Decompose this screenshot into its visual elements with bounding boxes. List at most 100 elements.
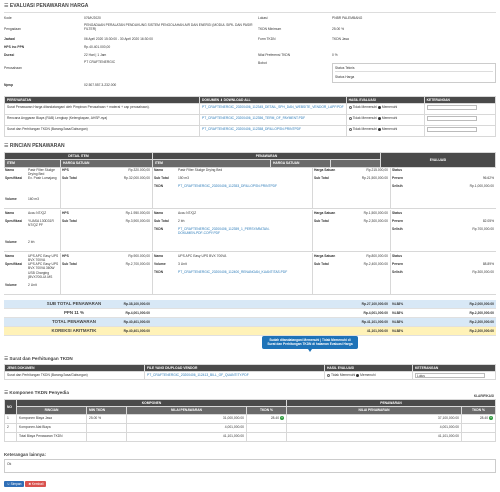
summary-row: TOTAL PENAWARAN Rp.40,401,000.00 Rp.41,101… — [4, 318, 496, 327]
item-row: Nama UPS APC Easy UPS BVX 700VA Spesifikas… — [4, 253, 496, 295]
info-value: PENGADAAN PERALATAN PENDUKUNG SISTEM PEN… — [84, 23, 253, 32]
info-value: PT CRAFTENERGIC — [84, 60, 116, 64]
item-cell: Rp.900.000,00 — [128, 254, 150, 258]
summary-right: 41,101,000.00 — [366, 329, 388, 333]
keterangan-input[interactable] — [426, 116, 477, 122]
info-value: 02.507.557.3-232.000 — [84, 83, 117, 87]
item-cell: Nama — [154, 211, 163, 215]
table-row: 1 Komponen Biaya Jasa 25.00 % 31,000,000… — [4, 413, 496, 424]
radio-tidak-memenuhi[interactable] — [327, 373, 330, 377]
komponen-table: NO KOMPONEN PENAWARAN RINCIAN MIN TKDN N… — [4, 394, 496, 442]
download-all-link[interactable]: ⬇ DOWNLOAD ALL — [220, 98, 251, 102]
radio-tidak-memenuhi[interactable] — [348, 116, 352, 120]
evaluation-tooltip: Sudah ditandatangani Memenuhi | Tidak Me… — [262, 336, 358, 352]
info-label: TKDN Minimum — [258, 27, 282, 31]
col-harga: HARGA SATUAN — [270, 159, 331, 168]
add-icon[interactable]: + — [489, 415, 493, 420]
item-cell: Sub Total — [154, 219, 169, 223]
save-button[interactable]: 🖫 Simpan — [4, 481, 25, 488]
col-no: NO — [4, 399, 17, 415]
item-cell: Selisih — [392, 184, 403, 188]
item-cell: 96.62% — [482, 176, 494, 180]
table-row: Surat dan Perhitungan TKDN (Barang/Jasa/… — [4, 371, 496, 381]
summary-pct: 94.88% — [392, 329, 404, 333]
col-rincian: RINCIAN — [16, 406, 87, 415]
radio-memenuhi[interactable] — [377, 127, 381, 131]
rincian-table: DETAIL ITEM PENAWARAN EVALUASI ITEM HARG… — [4, 151, 496, 168]
item-cell: Rp.2,300,000.00 — [363, 219, 388, 223]
item-cell: Volume — [5, 197, 17, 201]
summary-row: KOREKSI ARITMATIK Rp.40,401,000.00 41,101,… — [4, 327, 496, 336]
item-cell: Ex. Pasir Lumajang — [28, 176, 57, 180]
info-value: 0 % — [332, 53, 338, 57]
summary-right: Rp.27,100,000.00 — [361, 302, 388, 306]
summary-right: Rp.41,101,000.00 — [361, 320, 388, 324]
item-cell: Volume — [154, 262, 166, 266]
info-value: PNBR PALEMBANG — [332, 16, 363, 20]
column-divider — [60, 253, 61, 295]
tkdn-file-link[interactable]: PT_CRAFTENERGIC_20200406_112353_DRILLOPS… — [178, 184, 277, 188]
summary-left: Rp.40,401,000.00 — [123, 320, 150, 324]
col-item: ITEM — [152, 159, 271, 168]
summary-left: Rp.4,001,000.00 — [125, 311, 150, 315]
back-button[interactable]: ✖ Kembali — [25, 481, 47, 488]
document-link[interactable]: PT_CRAFTENERGIC_20200406_112345_DETAIL_S… — [202, 105, 344, 109]
rincian-title: ☰ RINCIAN PENAWARAN — [4, 143, 65, 149]
item-cell: Volume — [5, 283, 17, 287]
info-label: Lokasi — [258, 16, 268, 20]
document-link[interactable]: PT_CRAFTENERGIC_20200406_112413_BILL_OF_… — [147, 373, 249, 377]
col-hasil: HASIL EVALUASI — [345, 95, 425, 105]
table-row: Surat dan Perhitungan TKDN (Barang/Jasa/… — [4, 125, 497, 138]
item-cell: HPS — [62, 211, 69, 215]
info-label: Jadwal — [4, 37, 15, 41]
item-cell: Nama — [154, 168, 163, 172]
item-cell: Accu NT/QZ — [28, 211, 47, 215]
keterangan-input[interactable] — [426, 127, 477, 133]
keterangan-input[interactable] — [426, 105, 477, 111]
item-cell: Spesifikasi — [5, 176, 23, 180]
keterangan-input[interactable]: Lulus — [415, 373, 485, 379]
radio-memenuhi[interactable] — [356, 373, 360, 377]
item-cell: Persen — [392, 262, 403, 266]
item-cell: Sub Total — [62, 176, 77, 180]
tkdn-file-link[interactable]: PT_CRAFTENERGIC_20200406_112400_RENANGAN… — [178, 270, 287, 274]
jenis-dokumen: Surat dan Perhitungan TKDN (Barang/Jasa/… — [4, 371, 145, 381]
summary-pct: 94.88% — [392, 302, 404, 306]
item-cell: Rp.215.000,00 — [366, 168, 388, 172]
col-tkdn: TKDN % — [246, 406, 287, 415]
item-cell: 82.05% — [482, 219, 494, 223]
item-cell: Selisih — [392, 227, 403, 231]
surat-title: ☰ Surat dan Perhitungan TKDN — [4, 356, 73, 361]
info-value: 06 April 2020 15:30:00 - 30 April 2020 1… — [84, 37, 153, 41]
item-cell: Rp.1,500,000.00 — [363, 211, 388, 215]
item-cell: Accu NT/QZ — [178, 211, 197, 215]
radio-tidak-memenuhi[interactable] — [348, 105, 352, 109]
document-link[interactable]: PT_CRAFTENERGIC_20200406_112358_DRILLOPS… — [202, 127, 301, 131]
summary-diff: Rp.2,000,000.00 — [469, 302, 494, 306]
status-teknis-label: Status Teknis — [335, 66, 493, 73]
info-value: 25.00 % — [332, 27, 345, 31]
radio-memenuhi[interactable] — [377, 116, 381, 120]
col-jenis: JENIS DOKUMEN — [4, 363, 145, 373]
item-row: Nama Accu NT/QZ Spesifikasi YUASA 130D31R N… — [4, 210, 496, 252]
column-divider — [390, 210, 391, 252]
document-link[interactable]: PT_CRAFTENERGIC_20200406_112356_TERM_OF_… — [202, 116, 305, 120]
column-divider — [152, 210, 153, 252]
tkdn-file-link[interactable]: PT_CRAFTENERGIC_20200406_112359_1_PERSYA… — [178, 227, 270, 236]
keterangan-textarea[interactable]: Ok — [4, 459, 496, 473]
col-item: ITEM — [4, 159, 61, 168]
summary-diff: Rp.2,200,000.00 — [469, 311, 494, 315]
item-cell: UPS APC Easy UPS BVX 700VA — [178, 254, 227, 258]
radio-memenuhi[interactable] — [377, 105, 381, 109]
item-cell: Status — [392, 168, 403, 172]
column-divider — [60, 210, 61, 252]
radio-tidak-memenuhi[interactable] — [348, 127, 352, 131]
summary-diff: Rp.2,200,000.00 — [469, 320, 494, 324]
summary-right: Rp.4,001,000.00 — [363, 311, 388, 315]
info-block: Kode 076/K/2020 Pengadaan PENGADAAN PERA… — [4, 12, 496, 90]
info-label: HPS inc PPN — [4, 45, 25, 49]
add-icon[interactable]: + — [280, 415, 284, 420]
documents-table: PERSYARATAN DOKUMEN ⬇ DOWNLOAD ALL HASIL… — [4, 95, 497, 138]
item-rows: Nama Pasir Filter Sludge Drying Bed Spesif… — [4, 167, 496, 295]
info-label: Form TKDN — [258, 37, 276, 41]
